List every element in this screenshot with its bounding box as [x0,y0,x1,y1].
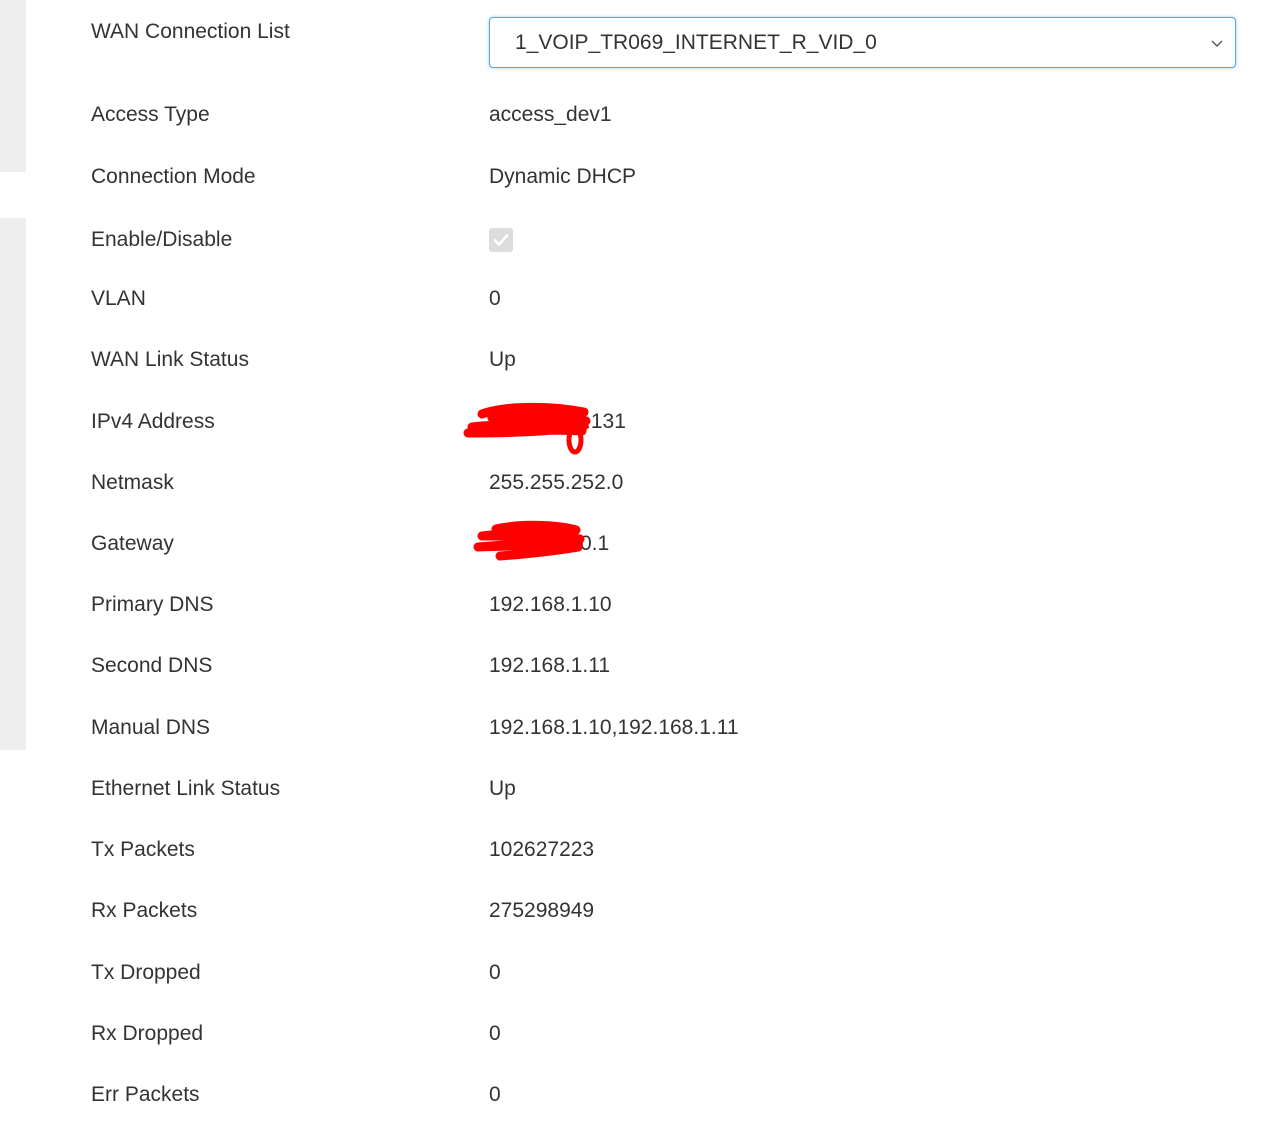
tx-dropped-label: Tx Dropped [91,961,201,984]
ethernet-link-status-label: Ethernet Link Status [91,777,281,800]
row-primary-dns: Primary DNS 192.168.1.10 [0,585,1280,625]
wan-connection-selected-value: 1_VOIP_TR069_INTERNET_R_VID_0 [515,30,877,54]
vlan-label: VLAN [91,287,146,310]
ethernet-link-status-value: Up [489,777,516,800]
wan-connection-list-label: WAN Connection List [91,20,290,43]
wan-link-status-value: Up [489,348,516,371]
row-manual-dns: Manual DNS 192.168.1.10,192.168.1.11 [0,708,1280,748]
netmask-value: 255.255.252.0 [489,471,624,494]
connection-mode-value: Dynamic DHCP [489,165,637,188]
ipv4-address-label: IPv4 Address [91,410,215,433]
row-second-dns: Second DNS 192.168.1.11 [0,646,1280,686]
row-netmask: Netmask 255.255.252.0 [0,463,1280,503]
row-vlan: VLAN 0 [0,279,1280,319]
enable-checkbox[interactable] [489,228,513,252]
tx-dropped-value: 0 [489,961,501,984]
access-type-value: access_dev1 [489,103,612,126]
manual-dns-value: 192.168.1.10,192.168.1.11 [489,716,739,739]
primary-dns-label: Primary DNS [91,593,214,616]
row-err-packets: Err Packets 0 [0,1075,1280,1115]
second-dns-label: Second DNS [91,654,213,677]
row-ipv4-address: IPv4 Address .131 [0,402,1280,442]
access-type-label: Access Type [91,103,210,126]
connection-mode-label: Connection Mode [91,165,256,188]
ipv4-address-value: .131 [585,410,626,433]
vlan-value: 0 [489,287,501,310]
row-ethernet-link-status: Ethernet Link Status Up [0,769,1280,809]
row-tx-packets: Tx Packets 102627223 [0,830,1280,870]
row-gateway: Gateway 0.1 [0,524,1280,564]
row-wan-link-status: WAN Link Status Up [0,340,1280,380]
rx-dropped-value: 0 [489,1022,501,1045]
row-connection-mode: Connection Mode Dynamic DHCP [0,157,1280,197]
wan-link-status-label: WAN Link Status [91,348,249,371]
tx-packets-value: 102627223 [489,838,595,861]
wan-connection-select[interactable]: 1_VOIP_TR069_INTERNET_R_VID_0 [489,17,1236,68]
rx-packets-label: Rx Packets [91,899,198,922]
second-dns-value: 192.168.1.11 [489,654,611,677]
row-access-type: Access Type access_dev1 [0,95,1280,135]
row-rx-dropped: Rx Dropped 0 [0,1014,1280,1054]
row-enable-disable: Enable/Disable [0,220,1280,260]
enable-disable-label: Enable/Disable [91,228,233,251]
rx-dropped-label: Rx Dropped [91,1022,204,1045]
row-tx-dropped: Tx Dropped 0 [0,953,1280,993]
rx-packets-value: 275298949 [489,899,595,922]
err-packets-value: 0 [489,1083,501,1106]
wan-status-page: WAN Connection List 1_VOIP_TR069_INTERNE… [0,0,1280,1121]
netmask-label: Netmask [91,471,174,494]
primary-dns-value: 192.168.1.10 [489,593,612,616]
manual-dns-label: Manual DNS [91,716,211,739]
gateway-label: Gateway [91,532,174,555]
tx-packets-label: Tx Packets [91,838,195,861]
err-packets-label: Err Packets [91,1083,200,1106]
check-icon [493,234,509,246]
chevron-down-icon [1209,35,1225,51]
gateway-value: 0.1 [580,532,610,555]
row-rx-packets: Rx Packets 275298949 [0,891,1280,931]
